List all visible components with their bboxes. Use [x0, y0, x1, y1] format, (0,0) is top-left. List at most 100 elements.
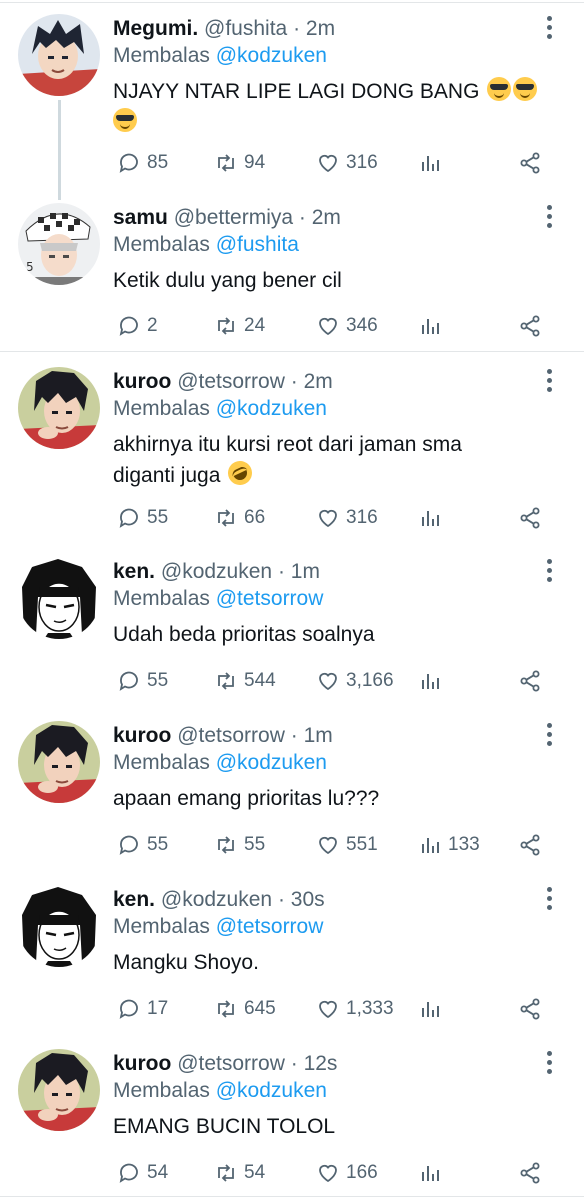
user-handle[interactable]: @kodzuken	[161, 888, 272, 911]
timestamp[interactable]: 2m	[312, 206, 341, 229]
retweet-button[interactable]: 24	[214, 311, 265, 341]
tweet-text-line: diganti juga	[113, 464, 221, 487]
views-button[interactable]: 133	[418, 830, 480, 860]
share-button[interactable]	[518, 503, 542, 533]
rolling-laughing-emoji-icon	[224, 457, 257, 489]
share-icon	[520, 998, 540, 1020]
display-name[interactable]: Megumi.	[113, 17, 198, 40]
like-button[interactable]: 3,166	[316, 666, 394, 696]
views-button[interactable]	[418, 311, 448, 341]
tweet-actions: 54 54 166	[113, 1158, 553, 1188]
avatar[interactable]: 5	[18, 203, 100, 285]
retweet-button[interactable]: 94	[214, 148, 265, 178]
retweet-button[interactable]: 544	[214, 666, 276, 696]
user-handle[interactable]: @tetsorrow	[177, 724, 285, 747]
like-button[interactable]: 551	[316, 830, 378, 860]
avatar[interactable]	[18, 1049, 100, 1131]
timestamp[interactable]: 30s	[291, 888, 325, 911]
user-handle[interactable]: @fushita	[204, 17, 287, 40]
share-button[interactable]	[518, 666, 542, 696]
share-icon	[520, 315, 540, 337]
tweet-actions: 55 55 551 133	[113, 830, 553, 860]
retweet-count: 544	[244, 670, 276, 691]
user-handle[interactable]: @bettermiya	[174, 206, 293, 229]
share-button[interactable]	[518, 1158, 542, 1188]
mention-link[interactable]: @tetsorrow	[216, 587, 324, 610]
avatar[interactable]	[18, 14, 100, 96]
mention-link[interactable]: @kodzuken	[216, 1079, 327, 1102]
mention-link[interactable]: @kodzuken	[216, 751, 327, 774]
tweet-header: ken. @kodzuken · 30s	[113, 885, 325, 915]
sunglasses-emoji-icon	[113, 108, 137, 132]
reply-button[interactable]: 55	[117, 830, 168, 860]
display-name[interactable]: ken.	[113, 560, 155, 583]
mention-link[interactable]: @fushita	[216, 233, 299, 256]
mention-link[interactable]: @tetsorrow	[216, 915, 324, 938]
like-button[interactable]: 1,333	[316, 994, 394, 1024]
share-icon	[520, 152, 540, 174]
timestamp[interactable]: 2m	[306, 17, 335, 40]
views-button[interactable]	[418, 148, 448, 178]
reply-icon	[119, 316, 138, 336]
share-button[interactable]	[518, 830, 542, 860]
reply-button[interactable]: 54	[117, 1158, 168, 1188]
mention-link[interactable]: @kodzuken	[216, 44, 327, 67]
reply-count: 85	[147, 152, 169, 173]
views-button[interactable]	[418, 503, 448, 533]
views-button[interactable]	[418, 666, 448, 696]
tweet-text: Udah beda prioritas soalnya	[113, 623, 375, 646]
more-options-icon[interactable]	[544, 887, 554, 913]
reply-button[interactable]: 85	[117, 148, 168, 178]
more-options-icon[interactable]	[544, 369, 554, 395]
reply-prefix: Membalas	[113, 397, 210, 420]
user-handle[interactable]: @tetsorrow	[177, 370, 285, 393]
reply-button[interactable]: 2	[117, 311, 158, 341]
avatar[interactable]	[18, 721, 100, 803]
retweet-button[interactable]: 645	[214, 994, 276, 1024]
share-button[interactable]	[518, 311, 542, 341]
retweet-button[interactable]: 55	[214, 830, 265, 860]
avatar[interactable]	[18, 557, 100, 639]
reply-count: 55	[147, 834, 169, 855]
reply-prefix: Membalas	[113, 915, 210, 938]
like-button[interactable]: 316	[316, 148, 378, 178]
more-options-icon[interactable]	[544, 1051, 554, 1077]
reply-count: 54	[147, 1162, 169, 1183]
display-name[interactable]: ken.	[113, 888, 155, 911]
like-button[interactable]: 346	[316, 311, 378, 341]
retweet-button[interactable]: 66	[214, 503, 265, 533]
user-handle[interactable]: @kodzuken	[161, 560, 272, 583]
display-name[interactable]: kuroo	[113, 724, 171, 747]
more-options-icon[interactable]	[544, 723, 554, 749]
user-handle[interactable]: @tetsorrow	[177, 1052, 285, 1075]
timestamp[interactable]: 1m	[304, 724, 333, 747]
retweet-button[interactable]: 54	[214, 1158, 265, 1188]
tweet-text: NJAYY NTAR LIPE LAGI DONG BANG	[113, 76, 553, 138]
reply-button[interactable]: 55	[117, 666, 168, 696]
sunglasses-emoji-icon	[487, 77, 512, 101]
timestamp[interactable]: 1m	[291, 560, 320, 583]
display-name[interactable]: kuroo	[113, 1052, 171, 1075]
like-button[interactable]: 166	[316, 1158, 378, 1188]
share-button[interactable]	[518, 994, 542, 1024]
share-button[interactable]	[518, 148, 542, 178]
tweet-text-content: NJAYY NTAR LIPE LAGI DONG BANG	[113, 80, 480, 103]
more-options-icon[interactable]	[544, 205, 554, 231]
divider	[0, 351, 584, 352]
display-name[interactable]: samu	[113, 206, 168, 229]
avatar[interactable]	[18, 367, 100, 449]
views-button[interactable]	[418, 994, 448, 1024]
avatar[interactable]	[18, 885, 100, 967]
like-button[interactable]: 316	[316, 503, 378, 533]
display-name[interactable]: kuroo	[113, 370, 171, 393]
mention-link[interactable]: @kodzuken	[216, 397, 327, 420]
more-options-icon[interactable]	[544, 559, 554, 585]
timestamp[interactable]: 2m	[304, 370, 333, 393]
timestamp[interactable]: 12s	[304, 1052, 338, 1075]
views-button[interactable]	[418, 1158, 448, 1188]
views-icon	[422, 674, 439, 689]
more-options-icon[interactable]	[544, 16, 554, 42]
reply-button[interactable]: 17	[117, 994, 168, 1024]
reply-button[interactable]: 55	[117, 503, 168, 533]
like-icon	[319, 317, 337, 336]
